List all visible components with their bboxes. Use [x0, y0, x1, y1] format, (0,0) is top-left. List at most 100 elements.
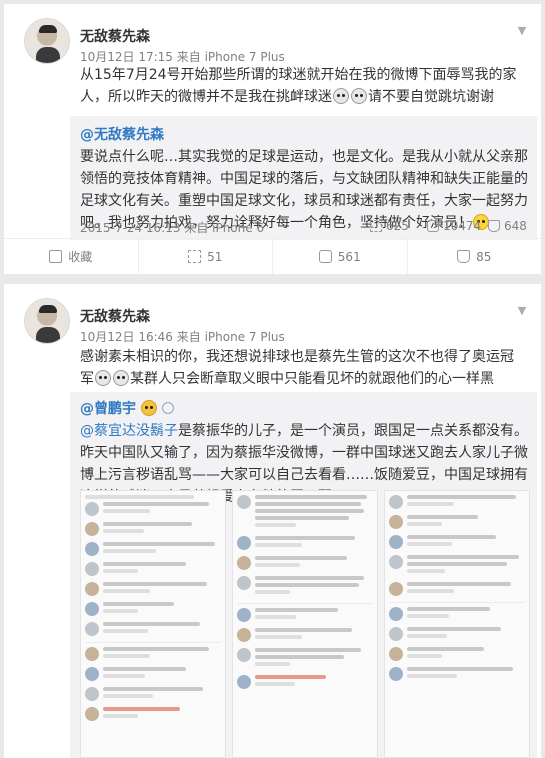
screenshot-avatar	[389, 647, 403, 661]
screenshot-line	[255, 543, 303, 547]
repost-comment-count[interactable]: 10474	[427, 219, 481, 233]
comment-screenshot-2[interactable]	[232, 490, 378, 758]
screenshot-line	[407, 522, 443, 526]
screenshot-line	[103, 707, 180, 711]
repost-time: 2015-7-24 16:13 来自 iPhone 6	[80, 221, 265, 235]
share-icon	[370, 220, 382, 232]
screenshot-comment	[389, 627, 525, 641]
repost-username[interactable]: @无敌蔡先森	[80, 124, 164, 144]
screenshot-avatar	[237, 536, 251, 550]
post-action-bar: 收藏 51 561 85	[4, 238, 541, 274]
post-username[interactable]: 无敌蔡先森	[80, 306, 150, 326]
comment-screenshot-3[interactable]	[384, 490, 530, 758]
screenshot-comment	[85, 542, 221, 556]
screenshot-line	[255, 655, 344, 659]
screenshot-line	[103, 602, 174, 606]
screenshot-comment	[389, 647, 525, 661]
screenshot-lines	[103, 647, 221, 661]
chevron-down-icon[interactable]: ▼	[513, 22, 531, 40]
like-button[interactable]: 85	[408, 239, 542, 274]
screenshot-comment	[85, 502, 221, 516]
screenshot-line	[103, 622, 200, 626]
screenshot-comment	[389, 495, 525, 509]
comment-icon	[318, 250, 332, 263]
screenshot-lines	[255, 648, 373, 669]
screenshot-lines	[255, 628, 373, 642]
screenshot-comment	[389, 555, 525, 576]
screenshot-lines	[255, 495, 373, 530]
screenshot-line	[255, 563, 300, 567]
post-username[interactable]: 无敌蔡先森	[80, 26, 150, 46]
screenshot-line	[255, 516, 350, 520]
avatar[interactable]	[24, 298, 70, 344]
screenshot-divider	[85, 642, 221, 643]
repost-comment-value: 10474	[443, 219, 482, 233]
screenshot-lines	[103, 522, 221, 536]
chevron-down-icon[interactable]: ▼	[513, 302, 531, 320]
screenshot-avatar	[389, 535, 403, 549]
screenshot-comment	[85, 562, 221, 576]
screenshot-lines	[255, 576, 373, 597]
screenshot-avatar	[389, 582, 403, 596]
screenshot-lines	[103, 542, 221, 556]
screenshot-lines	[255, 675, 373, 689]
screenshot-lines	[103, 602, 221, 616]
screenshot-line	[255, 576, 364, 580]
screenshot-lines	[103, 562, 221, 576]
post-timestamp[interactable]: 10月12日 16:46 来自 iPhone 7 Plus	[80, 328, 285, 345]
screenshot-line	[407, 627, 502, 631]
screenshot-line	[407, 502, 455, 506]
weibo-post-card: 无敌蔡先森 10月12日 17:15 来自 iPhone 7 Plus ▼ 从1…	[4, 4, 541, 274]
screenshot-line	[103, 654, 151, 658]
screenshot-line	[255, 583, 359, 587]
favorite-icon	[49, 250, 63, 263]
screenshot-avatar	[237, 495, 251, 509]
screenshot-comment	[85, 707, 221, 721]
repost-like-value: 648	[504, 219, 527, 233]
screenshot-comment	[85, 687, 221, 701]
screenshot-lines	[407, 627, 525, 641]
repost-like-count[interactable]: 648	[488, 219, 527, 233]
screenshot-lines	[407, 555, 525, 576]
screenshot-lines	[103, 582, 221, 596]
repost-mention[interactable]: @蔡宜达没鬍子	[80, 423, 178, 439]
share-count: 51	[207, 249, 223, 264]
screenshot-avatar	[389, 515, 403, 529]
screenshot-lines	[407, 495, 525, 509]
repost-username[interactable]: @曾鹏宇	[80, 398, 136, 418]
screenshot-line	[255, 615, 297, 619]
repost-share-count[interactable]: 625	[370, 219, 409, 233]
screenshot-line	[103, 542, 216, 546]
comment-screenshot-1[interactable]	[80, 490, 226, 758]
screenshot-divider	[237, 603, 373, 604]
screenshot-line	[255, 628, 352, 632]
screenshot-line	[255, 608, 338, 612]
repost-box: @无敌蔡先森 要说点什么呢…其实我觉的足球是运动，也是文化。是我从小就从父亲那领…	[70, 116, 537, 240]
screenshot-line	[103, 629, 148, 633]
screenshot-comment	[237, 608, 373, 622]
screenshot-line	[103, 674, 146, 678]
screenshot-lines	[255, 556, 373, 570]
screenshot-comment	[237, 556, 373, 570]
screenshot-line	[407, 535, 496, 539]
screenshot-avatar	[85, 502, 99, 516]
screenshot-line	[255, 556, 348, 560]
screenshot-line	[407, 562, 508, 566]
post-timestamp[interactable]: 10月12日 17:15 来自 iPhone 7 Plus	[80, 48, 285, 65]
share-button[interactable]: 51	[139, 239, 273, 274]
screenshot-line	[407, 495, 516, 499]
weibo-post-card: 无敌蔡先森 10月12日 16:46 来自 iPhone 7 Plus ▼ 感谢…	[4, 284, 541, 758]
screenshot-lines	[407, 647, 525, 661]
avatar[interactable]	[24, 18, 70, 64]
emoji-icon	[95, 370, 111, 386]
comment-button[interactable]: 561	[273, 239, 408, 274]
member-badge-icon	[162, 402, 174, 414]
screenshot-comment	[389, 607, 525, 621]
screenshot-comment	[237, 675, 373, 689]
screenshot-lines	[407, 582, 525, 596]
screenshot-line	[103, 667, 186, 671]
comment-icon	[427, 220, 439, 232]
favorite-button[interactable]: 收藏	[4, 239, 139, 274]
emoji-icon	[113, 370, 129, 386]
screenshot-line	[255, 590, 291, 594]
